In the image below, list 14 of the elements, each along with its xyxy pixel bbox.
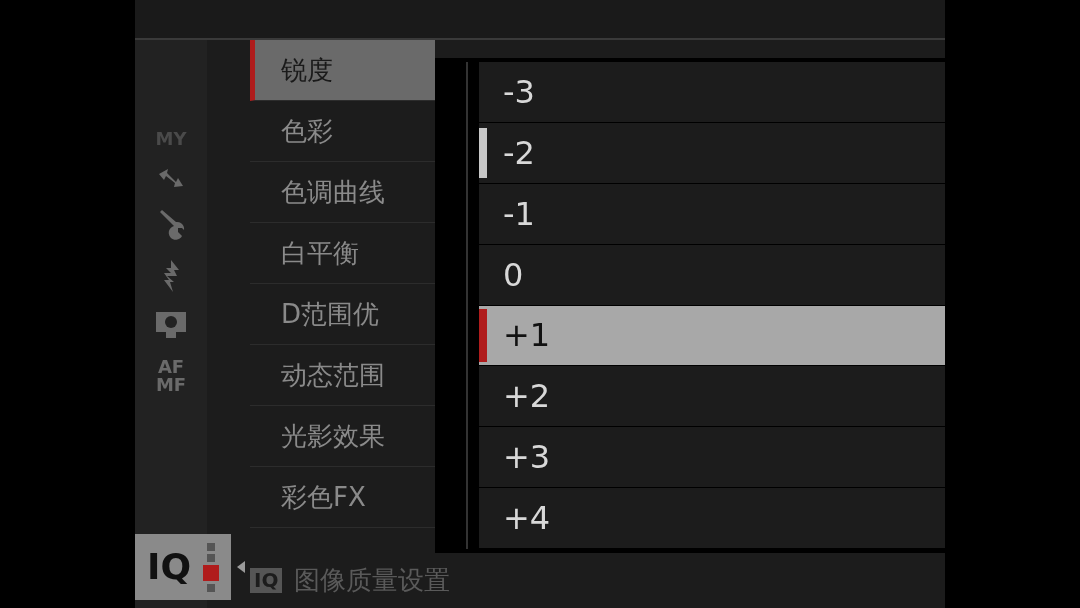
option-item[interactable]: -3 — [479, 62, 945, 122]
option-item[interactable]: 0 — [479, 244, 945, 305]
option-item[interactable]: +3 — [479, 427, 945, 488]
menu-tab[interactable]: IQ — [135, 534, 231, 600]
option-item[interactable]: +4 — [479, 488, 945, 548]
option-item[interactable]: -2 — [479, 122, 945, 183]
option-item[interactable]: -1 — [479, 183, 945, 244]
menu-tab-label[interactable]: MF — [155, 376, 187, 394]
option-item[interactable]: +1 — [479, 305, 945, 366]
menu-item[interactable]: 锐度 — [250, 40, 435, 101]
option-item[interactable]: +2 — [479, 366, 945, 427]
menu-title: 图像质量设置 — [294, 564, 451, 597]
menu-tab-label[interactable]: AF — [157, 358, 185, 376]
image-quality-icon: IQ — [250, 568, 283, 593]
